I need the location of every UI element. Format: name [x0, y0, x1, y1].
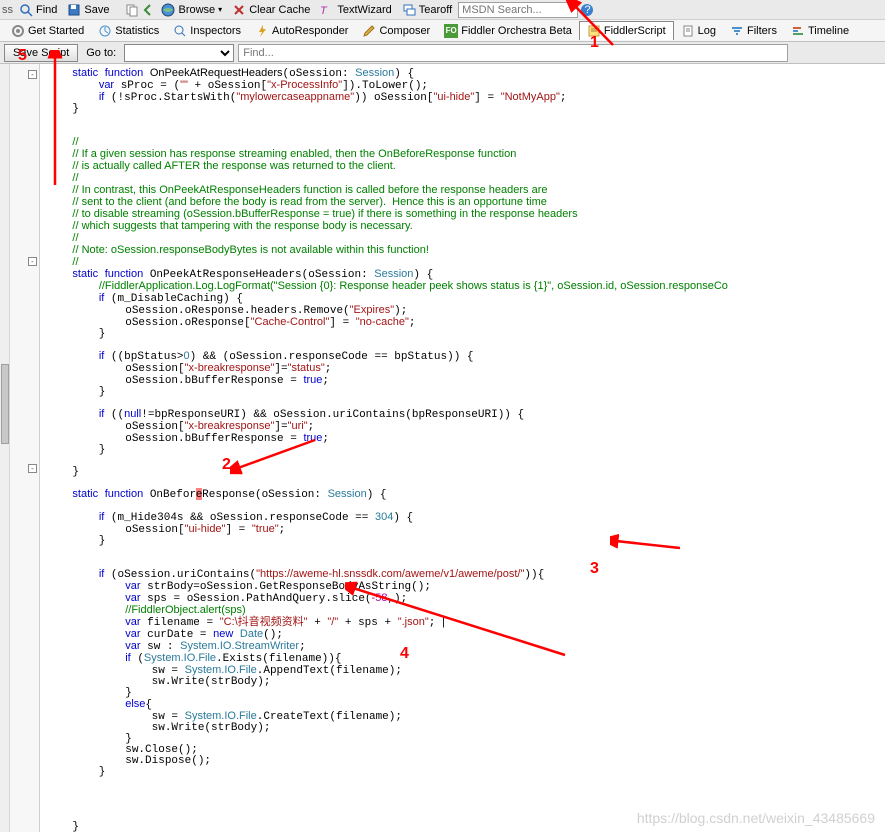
tab-autoresponder[interactable]: AutoResponder [248, 22, 355, 40]
find-icon [19, 3, 33, 17]
tab-get-started[interactable]: Get Started [4, 22, 91, 40]
textwizard-button[interactable]: TTextWizard [316, 2, 395, 18]
save-icon [67, 3, 81, 17]
svg-text:T: T [320, 5, 328, 17]
annotation-2: 2 [222, 456, 231, 474]
tearoff-icon [402, 3, 416, 17]
log-icon [681, 24, 695, 38]
tab-inspectors[interactable]: Inspectors [166, 22, 248, 40]
find-button[interactable]: Find [15, 2, 61, 18]
dropdown-icon: ▾ [218, 5, 222, 14]
code-gutter: - - - [0, 64, 40, 832]
tab-timeline[interactable]: Timeline [784, 22, 856, 40]
back-icon[interactable] [141, 3, 155, 17]
ss-partial: ss [2, 4, 13, 16]
tab-fiddler-orchestra[interactable]: FOFiddler Orchestra Beta [437, 22, 579, 40]
stats-icon [98, 24, 112, 38]
pencil-icon [362, 24, 376, 38]
annotation-3: 3 [590, 560, 599, 578]
msdn-search-input[interactable] [458, 2, 578, 18]
save-top-button[interactable]: Save [63, 2, 113, 18]
tab-log[interactable]: Log [674, 22, 723, 40]
filter-icon [730, 24, 744, 38]
fold-marker[interactable]: - [28, 70, 37, 79]
globe-icon [161, 3, 175, 17]
fold-marker[interactable]: - [28, 257, 37, 266]
fold-marker[interactable]: - [28, 464, 37, 473]
scroll-thumb[interactable] [1, 364, 9, 444]
code-editor[interactable]: static function OnPeekAtRequestHeaders(o… [40, 64, 885, 832]
clear-cache-button[interactable]: Clear Cache [228, 2, 314, 18]
lightning-icon [255, 24, 269, 38]
annotation-1: 1 [590, 34, 599, 52]
tab-filters[interactable]: Filters [723, 22, 784, 40]
scroll-track[interactable] [0, 64, 10, 832]
gear-icon [11, 24, 25, 38]
annotation-4: 4 [400, 645, 409, 663]
tab-composer[interactable]: Composer [355, 22, 437, 40]
search-icon [173, 24, 187, 38]
textwizard-icon: T [320, 3, 334, 17]
fo-icon: FO [444, 24, 458, 38]
watermark: https://blog.csdn.net/weixin_43485669 [637, 810, 875, 826]
copy-icon[interactable] [125, 3, 139, 17]
timeline-icon [791, 24, 805, 38]
browse-button[interactable]: Browse ▾ [157, 2, 226, 18]
tab-statistics[interactable]: Statistics [91, 22, 166, 40]
goto-dropdown[interactable] [124, 44, 234, 62]
goto-label: Go to: [82, 47, 120, 59]
clear-cache-icon [232, 3, 246, 17]
tearoff-button[interactable]: Tearoff [398, 2, 456, 18]
find-input[interactable] [238, 44, 788, 62]
annotation-5: 5 [18, 47, 27, 65]
